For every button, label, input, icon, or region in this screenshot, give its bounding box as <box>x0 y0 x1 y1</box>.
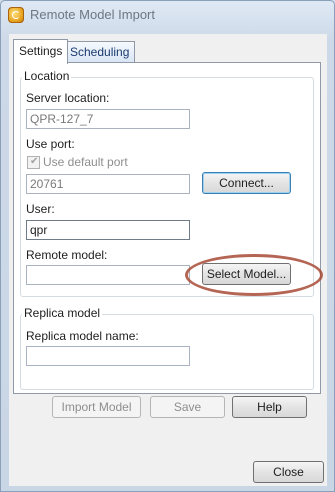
use-default-port-checkbox[interactable]: ✔ <box>27 156 40 169</box>
replica-group-label: Replica model <box>22 306 103 320</box>
use-default-port-label: Use default port <box>43 155 128 169</box>
highlight-ellipse-annotation <box>185 254 323 296</box>
user-label: User: <box>26 202 55 216</box>
replica-model-name-field[interactable] <box>26 346 190 366</box>
dialog-window: Remote Model Import Settings Scheduling … <box>0 0 335 492</box>
server-location-label: Server location: <box>26 91 110 105</box>
user-field[interactable]: qpr <box>26 220 190 240</box>
use-port-label: Use port: <box>26 137 75 151</box>
tab-settings[interactable]: Settings <box>13 39 69 64</box>
remote-model-field[interactable] <box>26 265 190 285</box>
import-model-button[interactable]: Import Model <box>52 396 141 418</box>
settings-tab-panel: Location Server location: QPR-127_7 Use … <box>13 62 321 394</box>
tab-scheduling[interactable]: Scheduling <box>64 41 136 62</box>
checkmark-icon: ✔ <box>30 156 39 167</box>
close-button[interactable]: Close <box>253 461 324 483</box>
replica-model-name-label: Replica model name: <box>26 329 139 343</box>
remote-model-label: Remote model: <box>26 248 108 262</box>
help-button[interactable]: Help <box>232 396 307 418</box>
app-icon <box>8 7 24 23</box>
save-button[interactable]: Save <box>150 396 225 418</box>
server-location-field[interactable]: QPR-127_7 <box>26 109 190 129</box>
title-bar[interactable]: Remote Model Import <box>1 1 334 29</box>
location-group-label: Location <box>22 69 72 83</box>
connect-button[interactable]: Connect... <box>202 172 291 194</box>
window-title: Remote Model Import <box>30 7 155 22</box>
port-field[interactable]: 20761 <box>26 174 190 194</box>
